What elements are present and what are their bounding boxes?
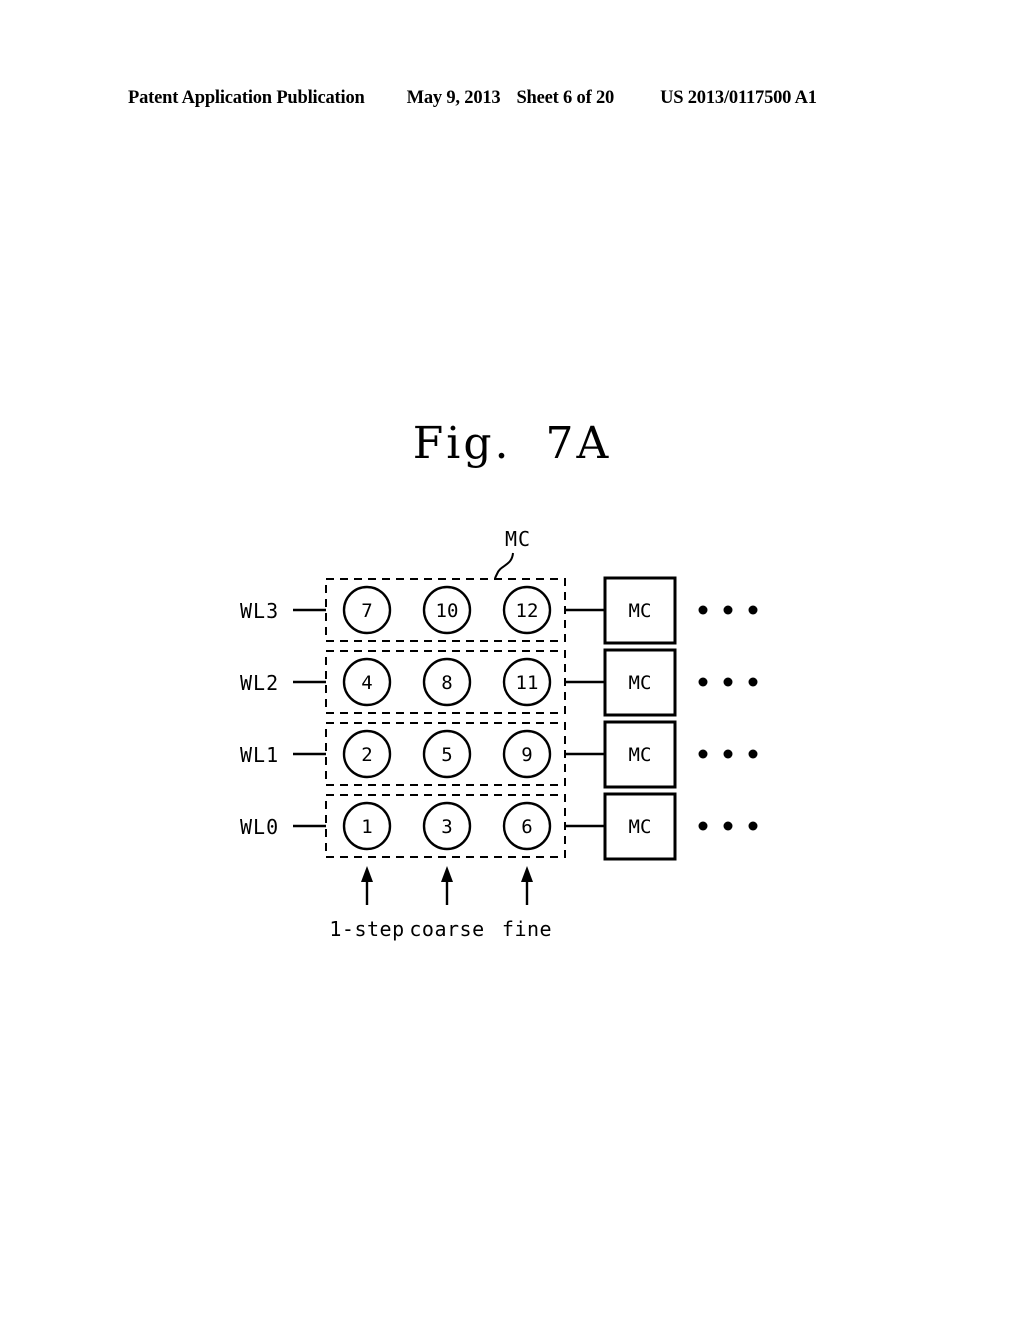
cell-number: 10 [436,600,459,622]
wordline-label-wl0: WL0 [240,815,279,839]
column-label-1-step: 1-step [329,917,404,941]
mc-callout-leader-line [494,552,514,581]
column-arrow-head-coarse [441,866,453,882]
cell-number: 1 [361,816,372,838]
cell-number: 5 [441,744,452,766]
cell-number: 3 [441,816,452,838]
table-row: WL0 1 3 6 MC [240,792,758,861]
wordline-label-wl3: WL3 [240,599,279,623]
cell-number: 9 [521,744,532,766]
mc-callout-label: MC [505,527,531,551]
row-ellipsis-wl0 [698,821,758,831]
row-ellipsis-wl3 [698,605,758,615]
mc-block-label: MC [629,744,652,766]
cell-number: 11 [516,672,539,694]
cell-number: 4 [361,672,372,694]
table-row: WL2 4 8 11 MC [240,648,758,717]
figure-diagram: MC WL3 7 10 12 MC WL2 4 8 11 MC WL1 2 5 … [0,0,1024,1320]
cell-number: 12 [516,600,539,622]
row-ellipsis-wl1 [698,749,758,759]
mc-block-label: MC [629,600,652,622]
cell-number: 7 [361,600,372,622]
column-label-coarse: coarse [409,917,484,941]
cell-number: 2 [361,744,372,766]
mc-block-label: MC [629,816,652,838]
mc-block-label: MC [629,672,652,694]
table-row: WL1 2 5 9 MC [240,720,758,789]
row-ellipsis-wl2 [698,677,758,687]
cell-number: 8 [441,672,452,694]
wordline-label-wl1: WL1 [240,743,279,767]
wordline-label-wl2: WL2 [240,671,279,695]
table-row: WL3 7 10 12 MC [240,576,758,645]
cell-number: 6 [521,816,532,838]
column-arrow-head-fine [521,866,533,882]
column-arrow-head-1-step [361,866,373,882]
column-label-fine: fine [502,917,552,941]
column-arrows [361,866,533,905]
